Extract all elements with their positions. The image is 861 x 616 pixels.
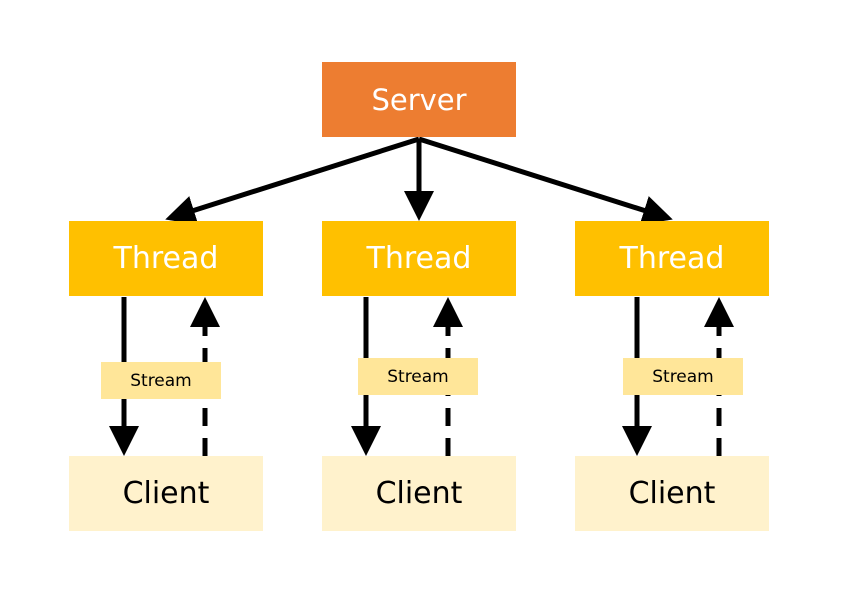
client-node-1: Client xyxy=(69,456,263,531)
stream-label-2: Stream xyxy=(358,358,478,395)
edge-server-thread-3 xyxy=(418,136,673,225)
edge-server-thread-1 xyxy=(165,136,420,225)
stream-label-1: Stream xyxy=(101,362,221,399)
client-node-3: Client xyxy=(575,456,769,531)
stream-label-3: Stream xyxy=(623,358,743,395)
thread-node-3: Thread xyxy=(575,221,769,296)
server-node: Server xyxy=(322,62,516,137)
client-node-2: Client xyxy=(322,456,516,531)
thread-node-1: Thread xyxy=(69,221,263,296)
thread-node-2: Thread xyxy=(322,221,516,296)
